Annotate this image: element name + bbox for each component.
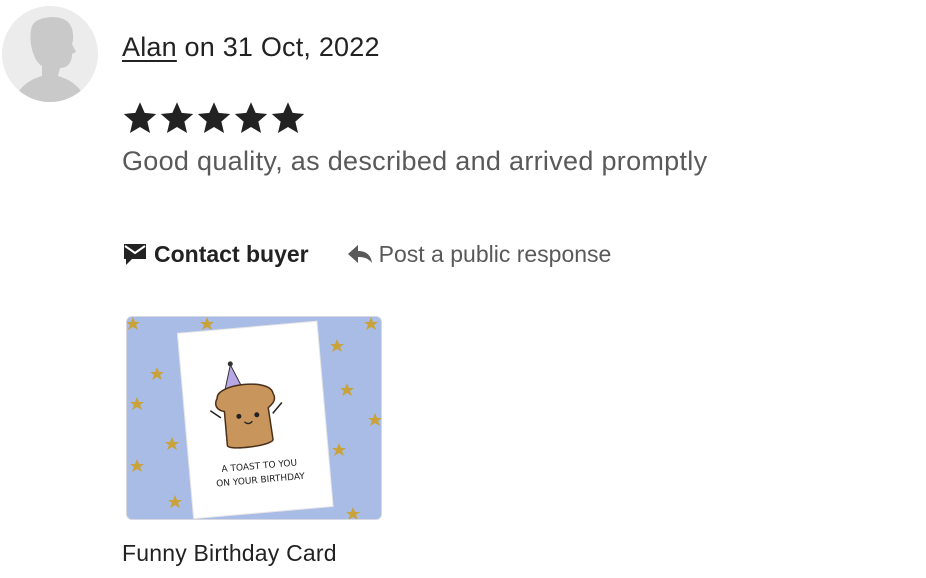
reviewer-avatar[interactable] [2, 6, 98, 102]
review-byline: Alan on 31 Oct, 2022 [122, 32, 380, 63]
birthday-card-image: A TOAST TO YOU ON YOUR BIRTHDAY [127, 317, 381, 519]
star-icon [271, 102, 305, 133]
product-thumbnail[interactable]: A TOAST TO YOU ON YOUR BIRTHDAY [126, 316, 382, 520]
contact-buyer-label: Contact buyer [154, 240, 309, 267]
product-title[interactable]: Funny Birthday Card [122, 540, 337, 567]
date-prefix: on [176, 32, 223, 62]
review-date: 31 Oct, 2022 [222, 32, 380, 62]
star-rating [122, 98, 307, 138]
review-text: Good quality, as described and arrived p… [122, 146, 708, 176]
greeting-card: A TOAST TO YOU ON YOUR BIRTHDAY [176, 320, 334, 519]
review-actions: Contact buyer Post a public response [122, 236, 611, 272]
star-icon [234, 102, 268, 133]
post-public-response-button[interactable]: Post a public response [347, 240, 612, 268]
envelope-chat-icon [122, 241, 148, 267]
star-icon [160, 102, 194, 133]
default-user-icon [14, 17, 86, 102]
contact-buyer-button[interactable]: Contact buyer [122, 241, 309, 268]
reviewer-name-link[interactable]: Alan [122, 32, 177, 62]
post-public-response-label: Post a public response [378, 240, 612, 267]
star-icon [197, 102, 231, 133]
reply-arrow-icon [347, 243, 373, 265]
star-icon [123, 102, 157, 133]
